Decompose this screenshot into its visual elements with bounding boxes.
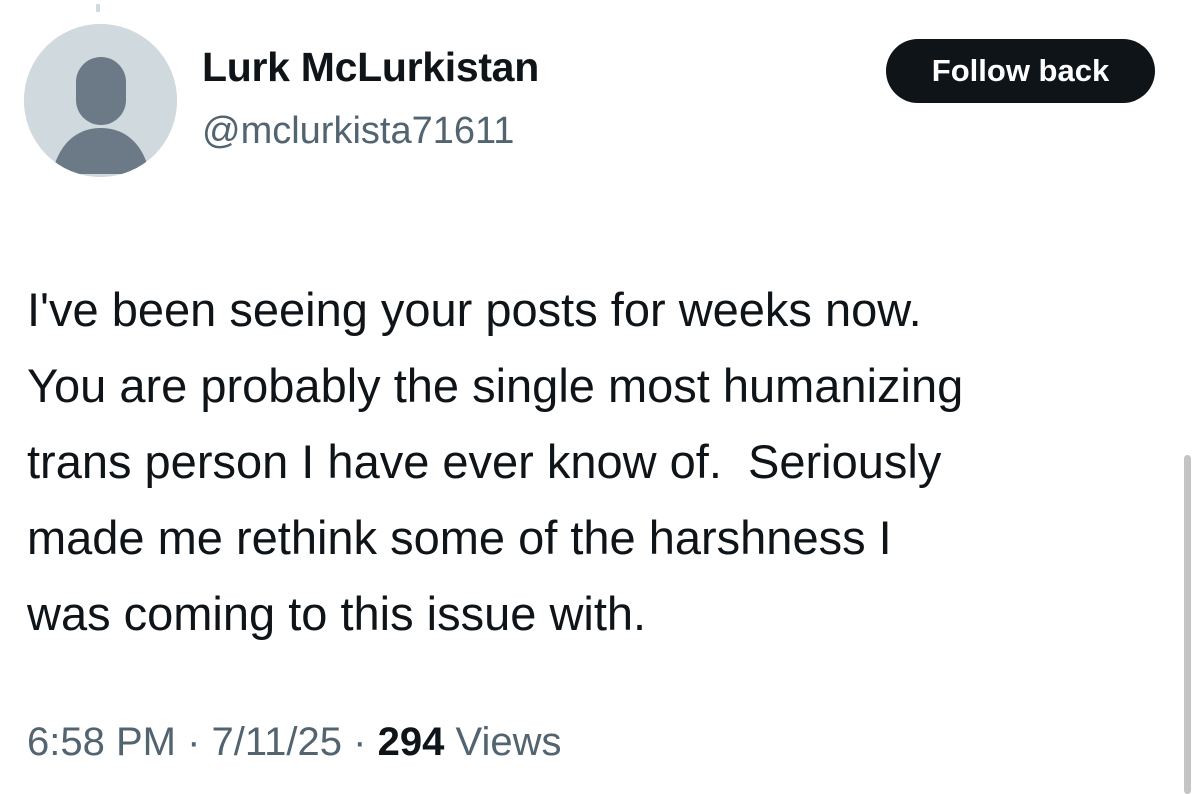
tweet-text-line: was coming to this issue with. xyxy=(27,587,647,640)
avatar[interactable] xyxy=(24,24,177,177)
tweet-time[interactable]: 6:58 PM xyxy=(27,720,176,764)
tweet-text-line: I've been seeing your posts for weeks no… xyxy=(27,283,922,336)
tweet-text-line: You are probably the single most humaniz… xyxy=(27,359,964,412)
tweet-card: Lurk McLurkistan @mclurkista71611 Follow… xyxy=(0,0,1200,794)
views-count[interactable]: 294 xyxy=(378,720,445,764)
tweet-text: I've been seeing your posts for weeks no… xyxy=(27,272,1177,652)
tweet-text-line: made me rethink some of the harshness I xyxy=(27,511,892,564)
meta-separator: · xyxy=(353,720,367,764)
scrollbar-thumb[interactable] xyxy=(1184,455,1191,794)
views-label: Views xyxy=(455,720,562,764)
default-profile-icon xyxy=(24,24,177,177)
top-divider-mark xyxy=(96,4,100,12)
tweet-date[interactable]: 7/11/25 xyxy=(212,720,343,764)
tweet-text-line: trans person I have ever know of. Seriou… xyxy=(27,435,942,488)
meta-separator: · xyxy=(187,720,201,764)
user-handle[interactable]: @mclurkista71611 xyxy=(202,110,514,153)
display-name[interactable]: Lurk McLurkistan xyxy=(202,44,539,91)
follow-back-button[interactable]: Follow back xyxy=(886,39,1155,103)
tweet-meta: 6:58 PM · 7/11/25 · 294 Views xyxy=(27,720,561,765)
